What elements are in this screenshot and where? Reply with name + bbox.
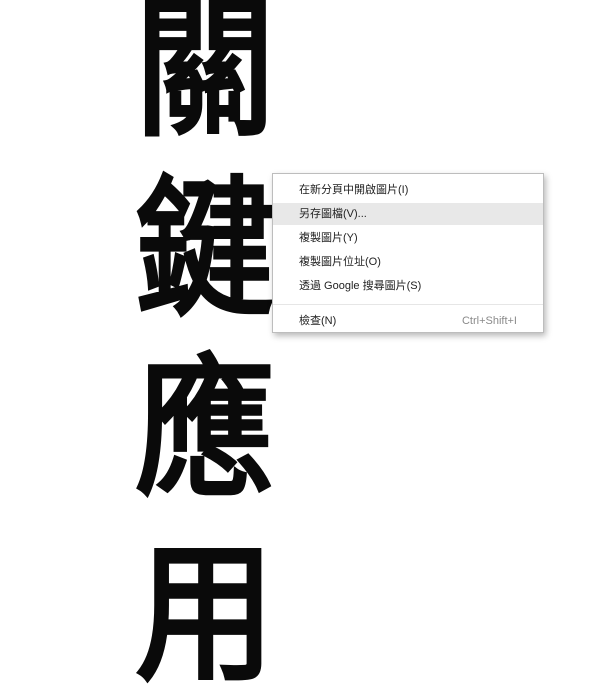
calligraphy-char-jian: 鍵 (134, 161, 275, 339)
menu-item-copy-image-address[interactable]: 複製圖片位址(O) (273, 251, 543, 273)
calligraphy-char-yong: 用 (134, 526, 275, 691)
menu-item-copy-image[interactable]: 複製圖片(Y) (273, 227, 543, 249)
context-menu: 在新分頁中開啟圖片(I) 另存圖檔(V)... 複製圖片(Y) 複製圖片位址(O… (272, 173, 544, 333)
calligraphy-char-guan: 關 (134, 0, 275, 159)
menu-item-inspect[interactable]: 檢查(N) Ctrl+Shift+I (273, 310, 543, 332)
menu-item-inspect-shortcut: Ctrl+Shift+I (461, 315, 517, 327)
menu-item-save-image-as[interactable]: 另存圖檔(V)... (273, 203, 543, 225)
calligraphy-image[interactable]: 關 鍵 應 用 (120, 0, 290, 691)
menu-separator (273, 304, 543, 305)
menu-item-inspect-label: 檢查(N) (299, 315, 337, 327)
calligraphy-char-ying: 應 (134, 341, 275, 519)
menu-item-open-image-new-tab[interactable]: 在新分頁中開啟圖片(I) (273, 179, 543, 201)
menu-item-search-google-image[interactable]: 透過 Google 搜尋圖片(S) (273, 275, 543, 297)
